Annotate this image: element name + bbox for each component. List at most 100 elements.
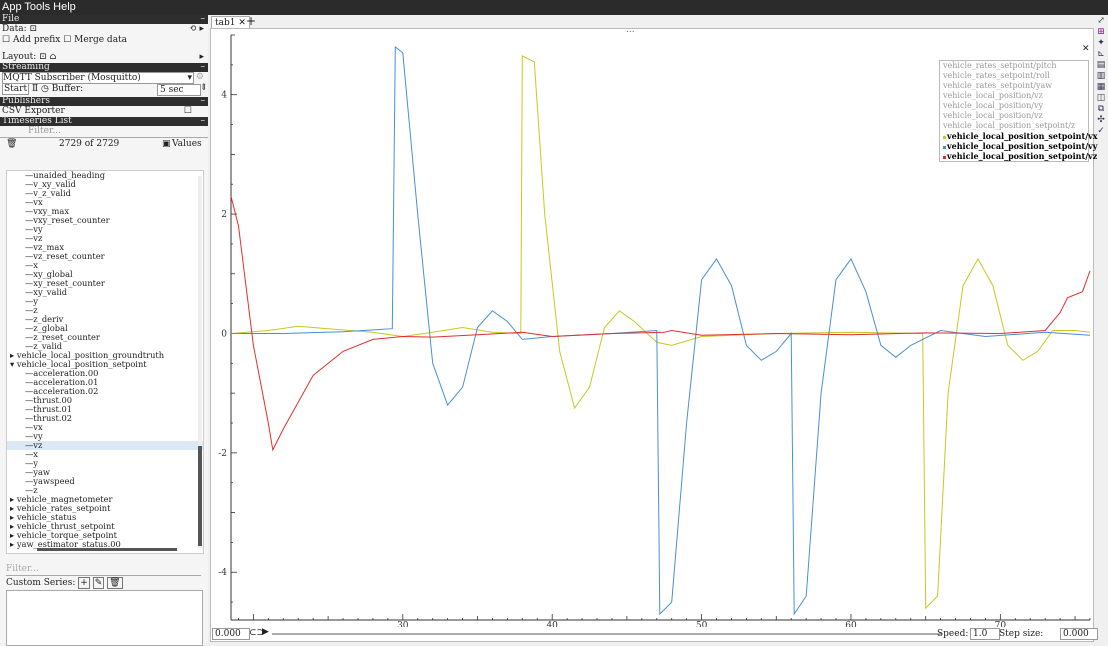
settings-icon[interactable]: ⚙ <box>196 72 204 83</box>
tool5-icon[interactable]: ▤ <box>1096 60 1106 70</box>
legend-item[interactable]: vehicle_local_position_setpoint/z <box>940 121 1088 131</box>
add-prefix-label: Add prefix <box>12 35 61 45</box>
streaming-source-row: MQTT Subscriber (Mosquitto) ▾ ⚙ <box>0 72 208 84</box>
custom-filter-input[interactable]: Filter... <box>6 564 201 576</box>
tool3-icon[interactable]: ✦ <box>1096 38 1106 48</box>
trash-icon[interactable]: 🗑 <box>6 138 17 151</box>
custom-series-row: Custom Series: + ✎ 🗑 <box>6 577 123 589</box>
legend-label: vehicle_local_position_setpoint/vz <box>947 151 1098 161</box>
csv-exporter-label: CSV Exporter <box>2 106 65 116</box>
zoom-out-icon[interactable]: ⤢ <box>1096 16 1106 26</box>
merge-data-label: Merge data <box>74 35 128 45</box>
legend-item[interactable]: vehicle_rates_setpoint/yaw <box>940 81 1088 91</box>
close-tab-icon[interactable]: ✕ <box>238 18 246 28</box>
csv-exporter-toggle[interactable]: ☐ <box>184 106 192 117</box>
legend-item[interactable]: vehicle_local_position/vz <box>940 91 1088 101</box>
expand-arrow-icon[interactable]: ▸ <box>10 539 17 549</box>
add-custom-series-button[interactable]: + <box>78 577 90 589</box>
plot-area-container: tab1 ✕ + ... ✕ 30 40 50 60 70 -4 -2 0 2 4 vehicle… <box>210 15 1098 642</box>
tree-item-label: xy_valid <box>33 287 68 297</box>
data-row: Data: ⊡ ⟲ ▸ <box>0 24 208 35</box>
data-label: Data: <box>2 24 27 34</box>
tab-bar: tab1 ✕ + <box>210 15 1092 29</box>
legend-item[interactable]: vehicle_local_position_setpoint/vz <box>940 151 1097 161</box>
tool9-icon[interactable]: ⧉ <box>1096 104 1106 114</box>
layout-save-icon[interactable]: ⌂ <box>50 52 57 62</box>
buffer-input[interactable]: 5 sec <box>157 84 201 96</box>
legend-item[interactable]: vehicle_rates_setpoint/roll <box>940 71 1088 81</box>
values-checkbox[interactable]: ▣ <box>162 138 171 151</box>
tool2-icon[interactable]: ⊞ <box>1096 27 1106 37</box>
tool7-icon[interactable]: ▦ <box>1096 82 1106 92</box>
add-tab-button[interactable]: + <box>246 15 256 28</box>
folder-icon[interactable]: ⊡ <box>29 24 37 34</box>
tree-item-label: yawspeed <box>33 476 75 486</box>
custom-series-list[interactable] <box>6 590 203 646</box>
tool4-icon[interactable]: ⊾ <box>1096 49 1106 59</box>
tool11-icon[interactable]: ✓ <box>1096 126 1106 136</box>
publishers-section-header: Publishers – <box>0 97 208 106</box>
plot-toolbar: ⤢ ⊞ ✦ ⊾ ▤ ▥ ▦ ◫ ⧉ ✣ ✓ <box>1094 15 1108 155</box>
plot-canvas[interactable]: ... ✕ 30 40 50 60 70 -4 -2 0 2 4 vehicle_rates_se… <box>210 25 1098 642</box>
count-row: 🗑 2729 of 2729 ▣ Values <box>0 138 208 151</box>
clock-icon: ◷ <box>40 84 49 94</box>
file-section-header: File – <box>0 15 208 24</box>
tree-vertical-scrollbar[interactable] <box>198 176 202 548</box>
merge-data-checkbox[interactable]: ☐ <box>63 35 71 45</box>
reload-icon[interactable]: ⟲ ▸ <box>189 24 204 35</box>
time-input[interactable]: 0.000 <box>212 628 250 640</box>
tree-scroll-thumb[interactable] <box>198 446 202 546</box>
play-icon[interactable]: ▶ <box>262 627 269 637</box>
legend-item[interactable]: vehicle_local_position_setpoint/vy <box>940 141 1097 151</box>
layout-label: Layout: <box>2 52 37 62</box>
legend-swatch <box>943 135 946 139</box>
time-slider[interactable] <box>272 633 942 635</box>
legend-swatch <box>943 155 946 159</box>
legend-item[interactable]: vehicle_rates_setpoint/pitch <box>940 61 1088 71</box>
legend-label: vehicle_local_position/vy <box>943 101 1043 110</box>
speed-input[interactable]: 1.0 <box>970 628 1000 640</box>
tree-item-label: vz_reset_counter <box>33 251 105 261</box>
legend-swatch <box>943 145 946 149</box>
timeseries-tree[interactable]: —unaided_heading —v_xy_valid —v_z_valid —vx… <box>6 170 204 554</box>
legend-item[interactable]: vehicle_local_position_setpoint/vx <box>940 131 1098 141</box>
layout-load-icon[interactable]: ⊡ <box>39 52 47 62</box>
tree-horizontal-scrollbar[interactable] <box>37 548 177 551</box>
legend-item[interactable]: vehicle_local_position/vz <box>940 111 1088 121</box>
legend-label: vehicle_rates_setpoint/yaw <box>943 81 1053 90</box>
legend-label: vehicle_local_position_setpoint/z <box>943 121 1076 130</box>
speed-label: Speed: <box>937 629 969 639</box>
tool10-icon[interactable]: ✣ <box>1096 115 1106 125</box>
y-tick-label: -4 <box>218 568 227 578</box>
step-size-label: Step size: <box>999 629 1044 639</box>
series-count: 2729 of 2729 <box>59 139 120 149</box>
buffer-stepper[interactable]: ⇕ <box>200 83 208 94</box>
timeseries-filter-input[interactable]: Filter... <box>0 126 208 138</box>
tool8-icon[interactable]: ◫ <box>1096 93 1106 103</box>
streaming-section-header: Streaming – <box>0 63 208 72</box>
tool6-icon[interactable]: ▥ <box>1096 71 1106 81</box>
delete-custom-series-button[interactable]: 🗑 <box>107 577 123 589</box>
expand-arrow-icon[interactable]: ▾ <box>10 359 17 369</box>
chart-legend[interactable]: vehicle_rates_setpoint/pitch vehicle_rate… <box>939 60 1098 162</box>
edit-custom-series-button[interactable]: ✎ <box>92 577 105 589</box>
y-tick-label: -2 <box>218 449 227 459</box>
legend-label: vehicle_local_position/vz <box>943 111 1043 120</box>
add-prefix-checkbox[interactable]: ☐ <box>2 35 10 45</box>
start-button[interactable]: Start <box>2 83 30 95</box>
legend-label: vehicle_local_position_setpoint/vx <box>947 131 1098 141</box>
menu-title[interactable]: App Tools Help <box>2 1 76 13</box>
streaming-controls: Start Ⅱ ◷ Buffer: 5 sec ⇕ <box>0 83 208 97</box>
legend-label: vehicle_local_position/vz <box>943 91 1043 100</box>
playback-bar: 0.000 ⊂⊃ ▶ Speed: 1.0 Step size: 0.000 <box>210 626 1108 643</box>
legend-label: vehicle_rates_setpoint/pitch <box>943 61 1057 70</box>
values-label: Values <box>172 139 202 149</box>
custom-series-label: Custom Series: <box>6 578 76 588</box>
tree-item-label: vxy_reset_counter <box>33 215 110 225</box>
pause-icon[interactable]: Ⅱ <box>32 84 38 94</box>
legend-item[interactable]: vehicle_local_position/vy <box>940 101 1088 111</box>
menu-bar[interactable]: App Tools Help <box>0 0 1108 15</box>
step-size-input[interactable]: 0.000 <box>1060 628 1098 640</box>
legend-label: vehicle_rates_setpoint/roll <box>943 71 1050 80</box>
series-line-vz <box>230 196 1091 452</box>
